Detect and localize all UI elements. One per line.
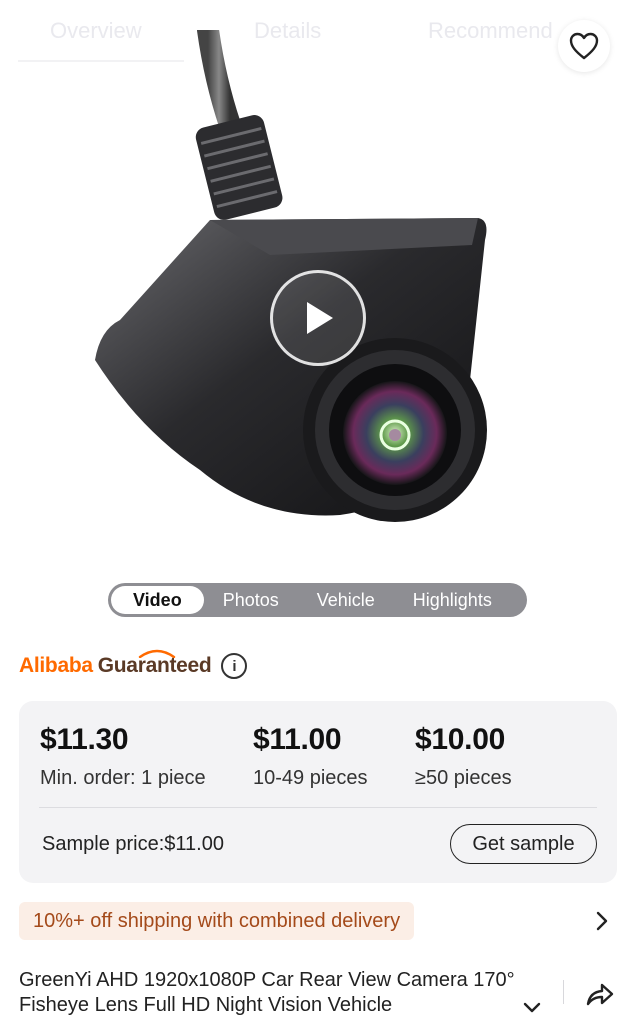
price-tier: $11.30 Min. order: 1 piece xyxy=(40,723,206,790)
guarantee-brand: Alibaba xyxy=(19,654,93,677)
media-tab-vehicle[interactable]: Vehicle xyxy=(298,586,394,614)
price-tier: $11.00 10-49 pieces xyxy=(253,723,368,790)
chevron-down-icon[interactable] xyxy=(520,995,544,1019)
tier-price: $11.00 xyxy=(253,723,342,756)
alibaba-guaranteed-row[interactable]: Alibaba Guaranteed i xyxy=(19,649,248,680)
heart-icon xyxy=(569,32,599,60)
media-tab-video[interactable]: Video xyxy=(111,586,204,614)
tier-price: $11.30 xyxy=(40,723,129,756)
media-tab-photos[interactable]: Photos xyxy=(204,586,298,614)
sample-price: Sample price:$11.00 xyxy=(42,833,224,855)
chevron-right-icon[interactable] xyxy=(590,909,614,933)
tier-price: $10.00 xyxy=(415,723,505,756)
tier-quantity: ≥50 pieces xyxy=(415,767,512,789)
tier-quantity: 10-49 pieces xyxy=(253,767,368,789)
shipping-discount-banner[interactable]: 10%+ off shipping with combined delivery xyxy=(19,902,415,940)
play-video-button[interactable] xyxy=(270,270,366,366)
price-card: $11.30 Min. order: 1 piece $11.00 10-49 … xyxy=(19,701,617,883)
product-title: GreenYi AHD 1920x1080P Car Rear View Cam… xyxy=(19,969,515,1016)
price-tier: $10.00 ≥50 pieces xyxy=(415,723,512,790)
get-sample-button[interactable]: Get sample xyxy=(450,824,597,864)
favorite-button[interactable] xyxy=(558,20,610,72)
play-icon xyxy=(307,302,333,334)
share-icon[interactable] xyxy=(584,978,616,1010)
info-icon[interactable]: i xyxy=(221,653,248,679)
divider xyxy=(563,980,564,1004)
divider xyxy=(39,807,597,808)
guarantee-label: Guaranteed xyxy=(98,649,212,678)
media-tab-bar: Video Photos Vehicle Highlights xyxy=(108,583,527,617)
media-tab-highlights[interactable]: Highlights xyxy=(394,586,511,614)
tier-quantity: Min. order: 1 piece xyxy=(40,767,206,789)
guarantee-arc-icon xyxy=(138,649,175,658)
